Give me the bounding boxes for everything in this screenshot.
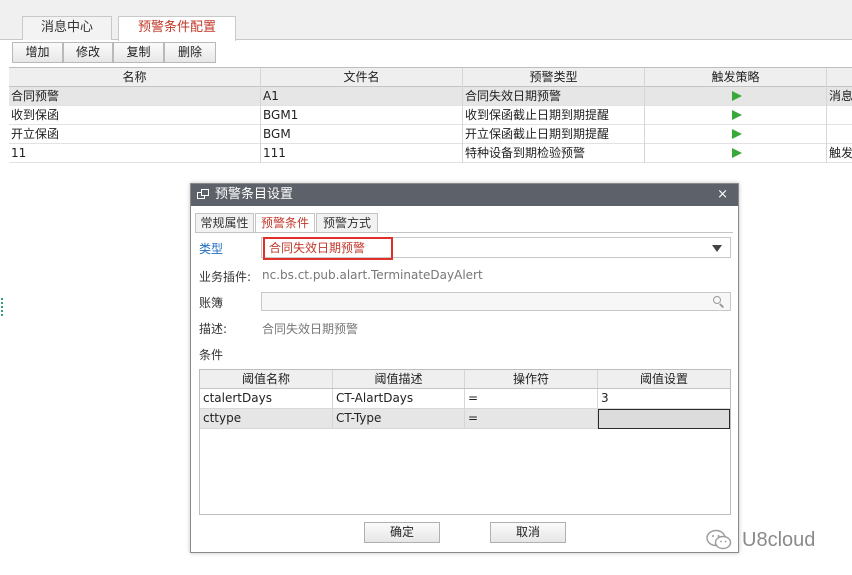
cell-filename: BGM1 xyxy=(261,106,463,125)
threshold-table: 阈值名称 阈值描述 操作符 阈值设置 ctalertDays CT-AlartD… xyxy=(199,369,731,515)
delete-button[interactable]: 删除 xyxy=(164,42,216,63)
play-icon[interactable] xyxy=(731,109,742,120)
table-row[interactable]: cttype CT-Type = xyxy=(200,409,730,429)
alert-config-table: 名称 文件名 预警类型 触发策略 合同预警 A1 合同失效日期预警 消息 收到保… xyxy=(9,67,852,163)
trigger-strategy-cell xyxy=(645,87,827,106)
splitter-handle[interactable] xyxy=(1,298,4,316)
ok-button[interactable]: 确定 xyxy=(364,522,440,543)
description-label: 描述: xyxy=(199,322,228,336)
threshold-value-editor[interactable] xyxy=(598,409,730,429)
window-icon xyxy=(197,189,210,201)
play-icon[interactable] xyxy=(731,128,742,139)
add-button[interactable]: 增加 xyxy=(12,42,63,63)
column-header-threshold-desc[interactable]: 阈值描述 xyxy=(333,370,465,388)
column-header-threshold-setting[interactable]: 阈值设置 xyxy=(598,370,730,388)
table-header: 名称 文件名 预警类型 触发策略 xyxy=(9,68,852,87)
table-row[interactable]: 开立保函 BGM 开立保函截止日期到期提醒 xyxy=(9,125,852,144)
column-header-filename[interactable]: 文件名 xyxy=(261,68,463,87)
trigger-strategy-cell xyxy=(645,125,827,144)
type-label: 类型 xyxy=(199,242,224,256)
cell-threshold-name: ctalertDays xyxy=(200,389,333,408)
cell-extra: 消息 xyxy=(829,89,852,103)
tab-message-center[interactable]: 消息中心 xyxy=(22,16,112,40)
column-header-trigger-strategy[interactable]: 触发策略 xyxy=(645,68,827,87)
cell-threshold-desc: CT-Type xyxy=(333,409,465,428)
cell-threshold-desc: CT-AlartDays xyxy=(333,389,465,408)
table-row[interactable]: ctalertDays CT-AlartDays = 3 xyxy=(200,389,730,409)
cell-alert-type: 特种设备到期检验预警 xyxy=(463,144,645,163)
search-icon[interactable] xyxy=(713,296,725,308)
cell-name: 收到保函 xyxy=(9,106,261,125)
column-header-threshold-name[interactable]: 阈值名称 xyxy=(200,370,333,388)
conditions-label: 条件 xyxy=(199,348,224,362)
trigger-strategy-cell xyxy=(645,106,827,125)
tab-divider xyxy=(195,232,733,233)
type-select-value: 合同失效日期预警 xyxy=(263,237,393,260)
cell-alert-type: 开立保函截止日期到期提醒 xyxy=(463,125,645,144)
cancel-button[interactable]: 取消 xyxy=(490,522,566,543)
cell-extra xyxy=(827,106,852,125)
cell-extra xyxy=(827,125,852,144)
chevron-down-icon[interactable] xyxy=(712,245,722,252)
dialog-title-bar[interactable]: 预警条目设置 × xyxy=(191,184,738,206)
alert-item-settings-dialog: 预警条目设置 × 常规属性 预警条件 预警方式 类型 合同失效日期预警 业务插件… xyxy=(190,183,739,553)
threshold-table-header: 阈值名称 阈值描述 操作符 阈值设置 xyxy=(200,370,730,389)
plugin-label: 业务插件: xyxy=(199,270,252,284)
table-row[interactable]: 11 111 特种设备到期检验预警 触发 xyxy=(9,144,852,163)
cell-filename: 111 xyxy=(261,144,463,163)
column-header-extra[interactable] xyxy=(827,68,852,87)
cell-alert-type: 合同失效日期预警 xyxy=(463,87,645,106)
column-header-operator[interactable]: 操作符 xyxy=(465,370,598,388)
edit-button[interactable]: 修改 xyxy=(63,42,113,63)
description-value: 合同失效日期预警 xyxy=(262,322,359,336)
top-tab-bar: 消息中心 预警条件配置 xyxy=(0,0,852,41)
cell-extra: 触发 xyxy=(829,146,852,160)
column-header-alert-type[interactable]: 预警类型 xyxy=(463,68,645,87)
table-row[interactable]: 收到保函 BGM1 收到保函截止日期到期提醒 xyxy=(9,106,852,125)
cell-threshold-name: cttype xyxy=(200,409,333,428)
cell-alert-type: 收到保函截止日期到期提醒 xyxy=(463,106,645,125)
copy-button[interactable]: 复制 xyxy=(113,42,164,63)
trigger-strategy-cell xyxy=(645,144,827,163)
column-header-name[interactable]: 名称 xyxy=(9,68,261,87)
tab-alert-condition-config[interactable]: 预警条件配置 xyxy=(118,16,236,41)
tab-alert-method[interactable]: 预警方式 xyxy=(316,213,378,233)
ledger-label: 账簿 xyxy=(199,296,224,310)
tab-alert-conditions[interactable]: 预警条件 xyxy=(255,213,315,233)
cell-operator: = xyxy=(465,389,598,408)
cell-filename: BGM xyxy=(261,125,463,144)
plugin-value: nc.bs.ct.pub.alart.TerminateDayAlert xyxy=(262,268,483,282)
cell-threshold-value[interactable]: 3 xyxy=(598,389,730,408)
type-select[interactable]: 合同失效日期预警 xyxy=(261,237,731,260)
wechat-icon xyxy=(706,529,732,550)
cell-operator: = xyxy=(465,409,598,428)
watermark-text: U8cloud xyxy=(742,529,816,551)
close-icon[interactable]: × xyxy=(717,184,728,206)
play-icon[interactable] xyxy=(731,147,742,158)
cell-name: 合同预警 xyxy=(9,87,261,106)
cell-name: 开立保函 xyxy=(9,125,261,144)
table-row[interactable]: 合同预警 A1 合同失效日期预警 消息 xyxy=(9,87,852,106)
ledger-field[interactable] xyxy=(261,292,731,311)
cell-name: 11 xyxy=(9,144,261,163)
cell-filename: A1 xyxy=(261,87,463,106)
dialog-title: 预警条目设置 xyxy=(215,187,294,202)
tab-general-properties[interactable]: 常规属性 xyxy=(195,213,254,233)
play-icon[interactable] xyxy=(731,90,742,101)
